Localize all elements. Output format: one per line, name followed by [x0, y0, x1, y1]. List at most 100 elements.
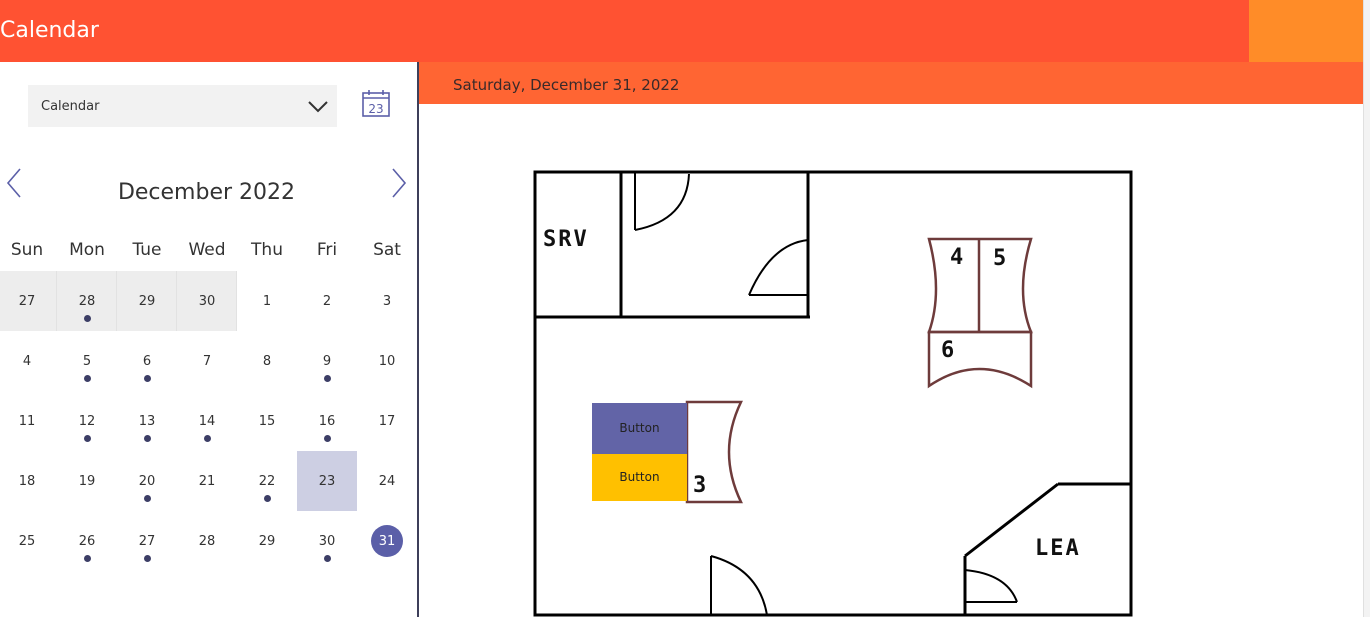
event-dot-icon [84, 435, 91, 442]
header-accent-block [1249, 0, 1363, 62]
desk-label-4: 4 [950, 245, 965, 270]
day-number: 29 [138, 294, 156, 309]
day-cell[interactable]: 30 [297, 511, 357, 571]
day-number: 7 [202, 354, 212, 369]
day-cell[interactable]: 28 [177, 511, 237, 571]
day-number: 31 [378, 534, 396, 549]
event-dot-icon [324, 375, 331, 382]
day-cell[interactable]: 27 [117, 511, 177, 571]
day-number: 29 [258, 534, 276, 549]
day-number: 9 [322, 354, 332, 369]
day-cell[interactable]: 6 [117, 331, 177, 391]
event-dot-icon [324, 435, 331, 442]
day-cell[interactable]: 3 [357, 271, 417, 331]
selected-date-bar: Saturday, December 31, 2022 [419, 62, 1363, 104]
day-cell[interactable]: 8 [237, 331, 297, 391]
day-number: 6 [142, 354, 152, 369]
day-cell[interactable]: 30 [177, 271, 237, 331]
day-cell[interactable]: 20 [117, 451, 177, 511]
room-label-srv: SRV [543, 227, 589, 252]
weekday-label: Tue [132, 240, 162, 260]
day-number: 25 [18, 534, 36, 549]
event-dot-icon [84, 555, 91, 562]
svg-text:23: 23 [368, 102, 383, 116]
calendar-icon[interactable]: 23 [361, 88, 391, 118]
day-number: 20 [138, 474, 156, 489]
day-cell[interactable]: 21 [177, 451, 237, 511]
day-number: 30 [198, 294, 216, 309]
app-header: Calendar [0, 0, 1370, 62]
day-cell[interactable]: 26 [57, 511, 117, 571]
room-label-lea: LEA [1035, 536, 1081, 561]
day-number: 26 [78, 534, 96, 549]
day-number: 14 [198, 414, 216, 429]
day-number: 16 [318, 414, 336, 429]
day-cell[interactable]: 2 [297, 271, 357, 331]
month-title: December 2022 [117, 180, 296, 205]
day-number: 11 [18, 414, 36, 429]
calendar-sidebar: Calendar 23 December 2022 Sun Mon Tue Wed Th… [0, 62, 419, 617]
floorplan-button-primary[interactable]: Button [592, 403, 687, 454]
dropdown-value: Calendar [41, 99, 100, 114]
weekday-label: Fri [316, 240, 338, 260]
day-number: 17 [378, 414, 396, 429]
calendar-dropdown[interactable]: Calendar [28, 85, 337, 127]
floorplan-button-secondary[interactable]: Button [592, 454, 687, 501]
chevron-down-icon [308, 101, 328, 113]
day-cell-selected[interactable]: 31 [357, 511, 417, 571]
day-cell[interactable]: 5 [57, 331, 117, 391]
day-number: 15 [258, 414, 276, 429]
app-title: Calendar [0, 18, 99, 43]
day-cell[interactable]: 1 [237, 271, 297, 331]
day-cell[interactable]: 10 [357, 331, 417, 391]
day-cell[interactable]: 22 [237, 451, 297, 511]
desk-cluster-456 [927, 237, 1033, 389]
day-cell[interactable]: 25 [0, 511, 57, 571]
desk-label-6: 6 [941, 338, 956, 363]
day-number: 1 [262, 294, 272, 309]
day-number: 5 [82, 354, 92, 369]
day-cell[interactable]: 9 [297, 331, 357, 391]
day-cell[interactable]: 12 [57, 391, 117, 451]
day-cell[interactable]: 23 [297, 451, 357, 511]
day-cell[interactable]: 27 [0, 271, 57, 331]
day-cell[interactable]: 18 [0, 451, 57, 511]
day-cell[interactable]: 29 [237, 511, 297, 571]
day-cell[interactable]: 17 [357, 391, 417, 451]
event-dot-icon [204, 435, 211, 442]
day-cell[interactable]: 15 [237, 391, 297, 451]
day-cell[interactable]: 16 [297, 391, 357, 451]
day-number: 3 [382, 294, 392, 309]
weekday-label: Thu [251, 240, 283, 260]
weekday-label: Sun [10, 240, 44, 260]
scrollbar-track[interactable] [1363, 0, 1370, 617]
weekday-label: Wed [188, 240, 226, 260]
day-cell[interactable]: 4 [0, 331, 57, 391]
day-number: 4 [22, 354, 32, 369]
day-number: 22 [258, 474, 276, 489]
day-number: 30 [318, 534, 336, 549]
day-cell[interactable]: 14 [177, 391, 237, 451]
day-cell[interactable]: 13 [117, 391, 177, 451]
day-cell[interactable]: 28 [57, 271, 117, 331]
day-cell[interactable]: 11 [0, 391, 57, 451]
day-cell[interactable]: 19 [57, 451, 117, 511]
next-month-icon[interactable] [389, 166, 409, 200]
floor-plan: SRV LEA 4 5 6 3 [533, 170, 1133, 617]
day-number: 13 [138, 414, 156, 429]
day-number: 23 [318, 474, 336, 489]
event-dot-icon [144, 375, 151, 382]
event-dot-icon [84, 315, 91, 322]
event-dot-icon [84, 375, 91, 382]
day-number: 19 [78, 474, 96, 489]
event-dot-icon [264, 495, 271, 502]
day-cell[interactable]: 29 [117, 271, 177, 331]
day-cell[interactable]: 24 [357, 451, 417, 511]
day-cell[interactable]: 7 [177, 331, 237, 391]
day-number: 21 [198, 474, 216, 489]
weekday-label: Sat [373, 240, 401, 260]
day-number: 24 [378, 474, 396, 489]
desk-label-5: 5 [993, 246, 1008, 271]
day-number: 27 [18, 294, 36, 309]
day-number: 27 [138, 534, 156, 549]
